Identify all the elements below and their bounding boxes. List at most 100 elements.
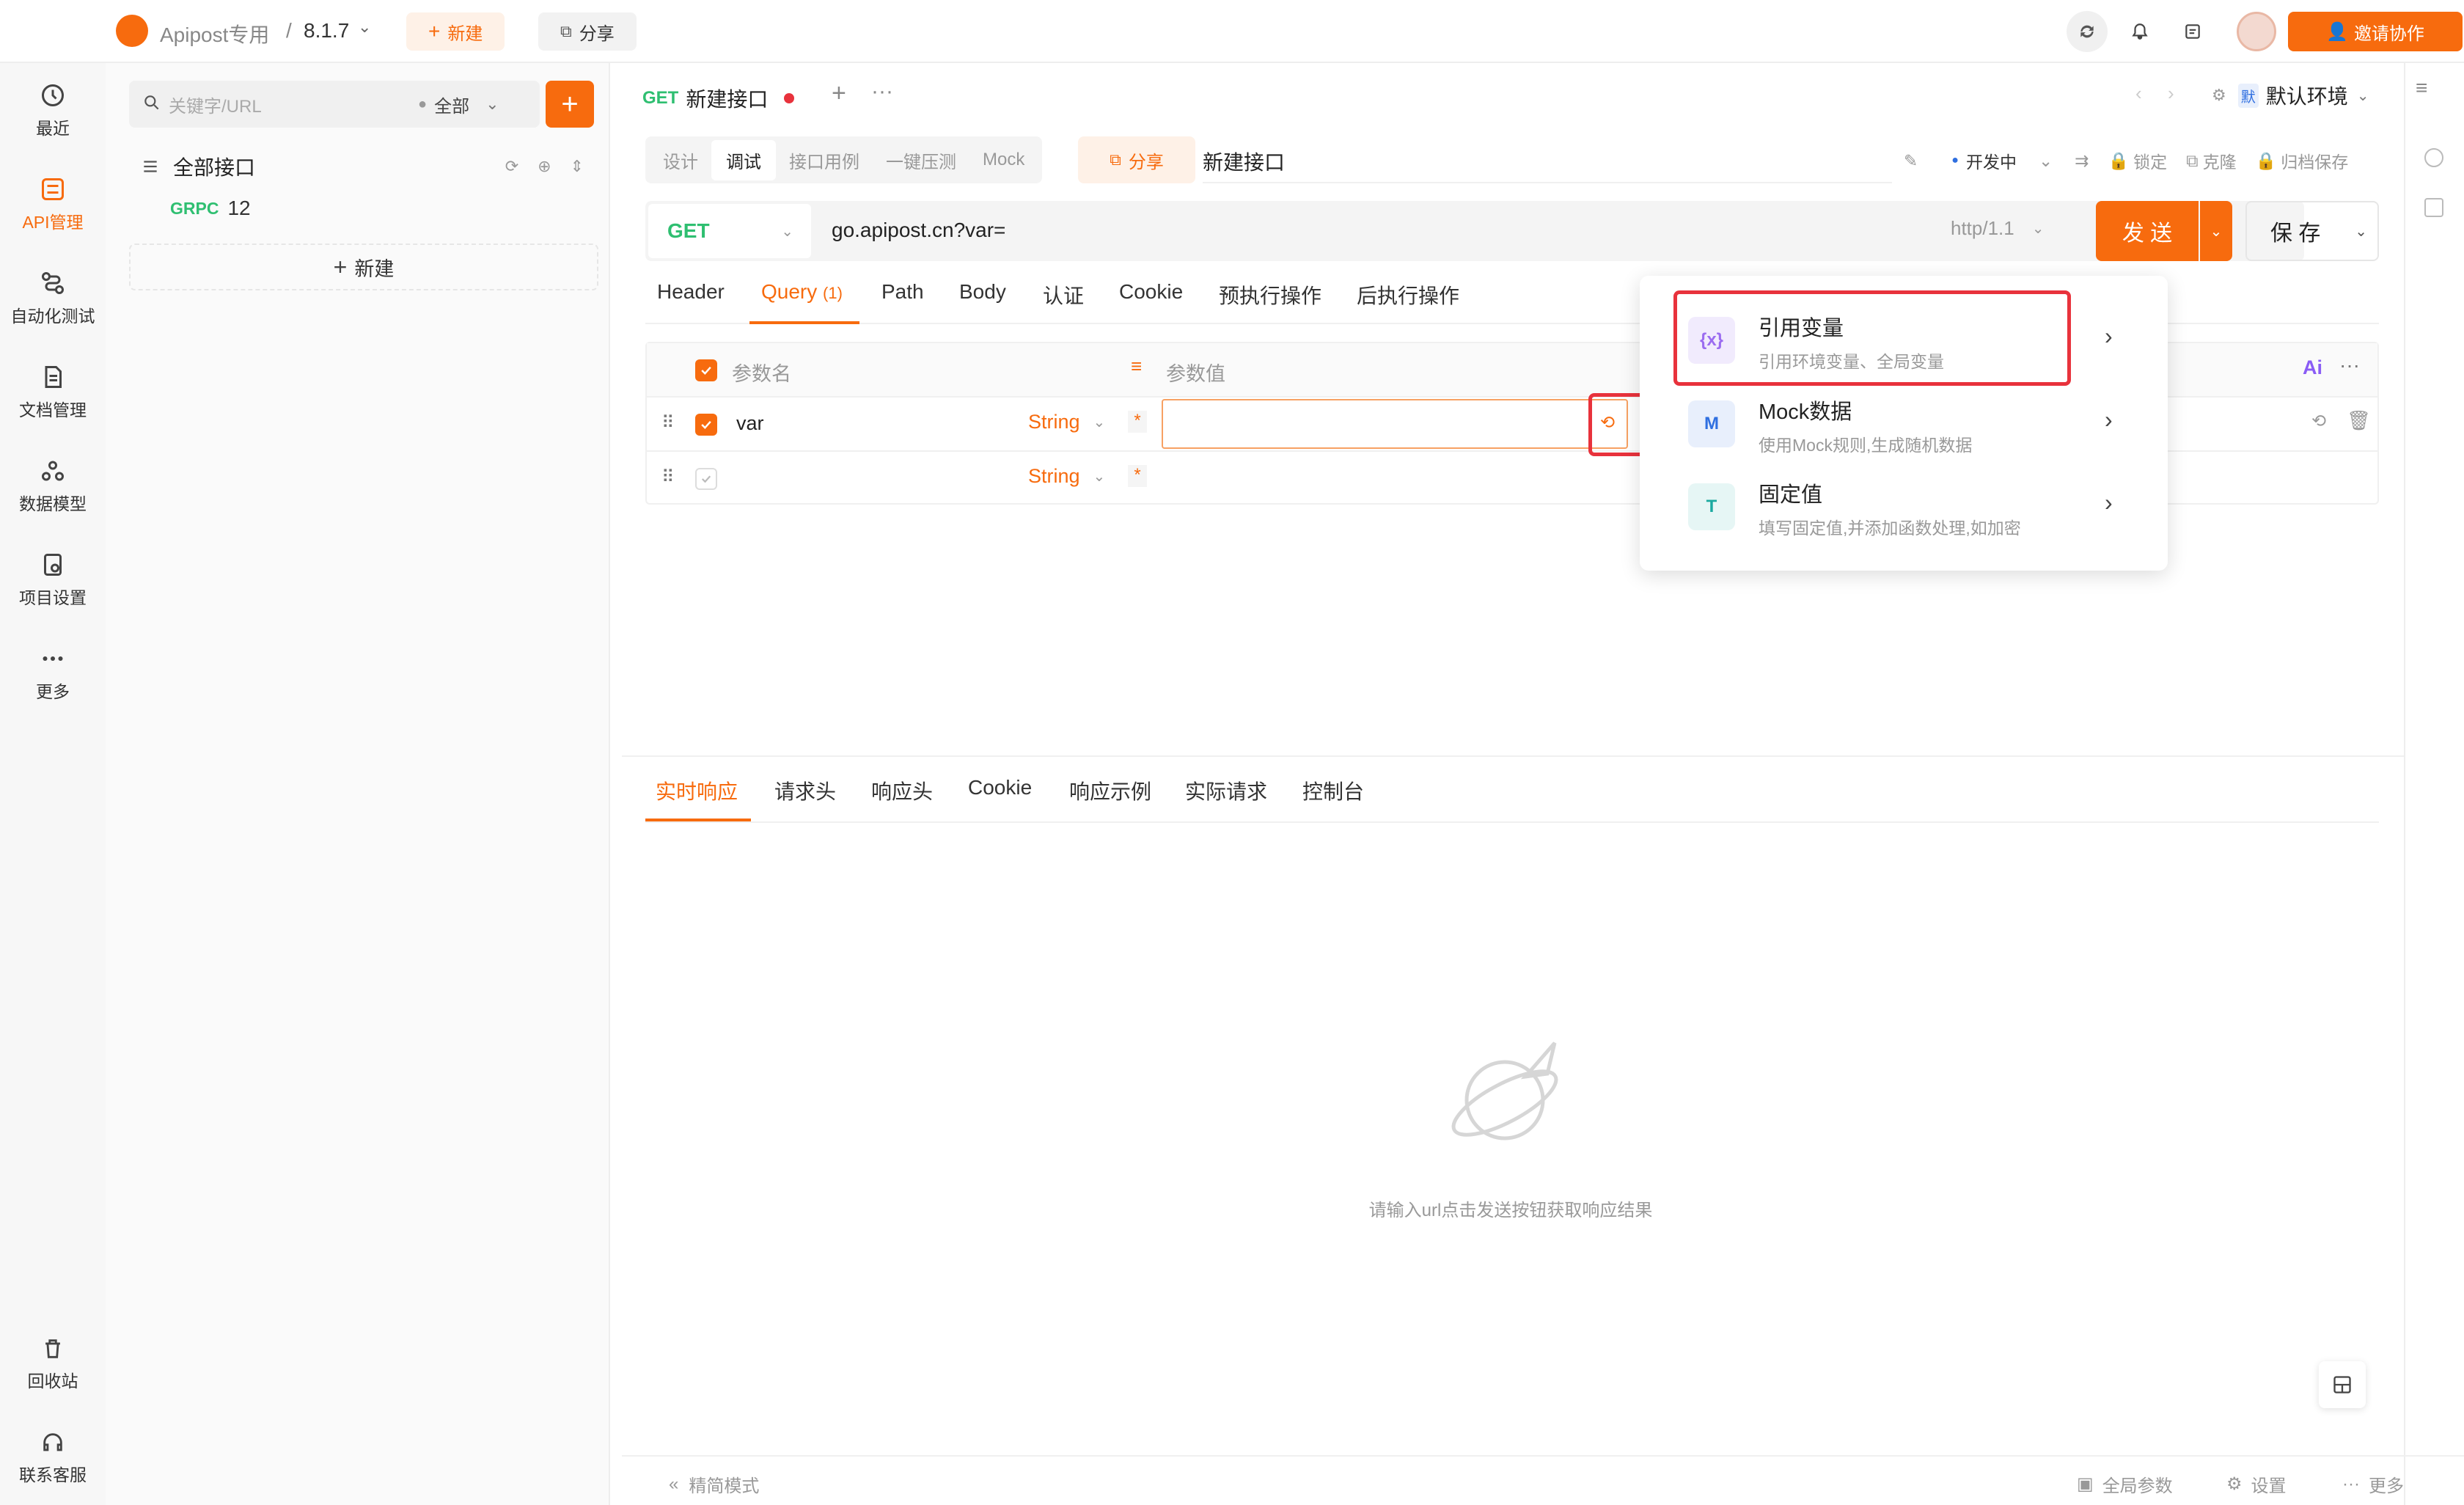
save-button[interactable]: 保 存 ⌄ bbox=[2245, 201, 2379, 261]
required-toggle[interactable]: * bbox=[1128, 465, 1147, 487]
menu-icon[interactable]: ≡ bbox=[2416, 76, 2427, 100]
tab-cookie[interactable]: Cookie bbox=[1119, 280, 1183, 304]
footer-more-button[interactable]: ··· 更多 bbox=[2342, 1471, 2404, 1497]
tab-mock[interactable]: Mock bbox=[969, 150, 1038, 170]
clone-icon[interactable]: ⧉ bbox=[2186, 151, 2198, 171]
nav-item-project-settings[interactable]: 项目设置 bbox=[0, 552, 106, 609]
refresh-icon[interactable]: ⟳ bbox=[505, 157, 518, 176]
send-options-button[interactable]: ⌄ bbox=[2200, 201, 2232, 261]
tab-request-headers[interactable]: 请求头 bbox=[774, 776, 836, 805]
tab-header[interactable]: Header bbox=[657, 280, 725, 304]
tab-body[interactable]: Body bbox=[959, 280, 1006, 304]
sync-icon[interactable] bbox=[2067, 11, 2108, 52]
tab-query[interactable]: Query (1) bbox=[761, 280, 843, 304]
panel-splitter[interactable] bbox=[622, 755, 2404, 757]
nav-item-support[interactable]: 联系客服 bbox=[0, 1430, 106, 1486]
row-checkbox[interactable] bbox=[695, 468, 717, 490]
version-label[interactable]: 8.1.7 bbox=[304, 19, 349, 43]
chevron-down-icon[interactable]: ⌄ bbox=[2039, 151, 2053, 171]
tab-auth[interactable]: 认证 bbox=[1043, 280, 1084, 310]
environment-select[interactable]: ⚙ 默 默认环境 ⌄ bbox=[2212, 75, 2402, 116]
edit-icon[interactable]: ✎ bbox=[1904, 151, 1918, 171]
nav-item-api[interactable]: API管理 bbox=[0, 176, 106, 233]
select-all-checkbox[interactable] bbox=[695, 359, 717, 381]
chevron-down-icon[interactable]: ⌄ bbox=[485, 95, 499, 114]
search-input[interactable]: 关键字/URL bbox=[169, 92, 418, 117]
nav-item-recent[interactable]: 最近 bbox=[0, 82, 106, 139]
archive-label[interactable]: 归档保存 bbox=[2281, 148, 2348, 173]
search-box[interactable]: 关键字/URL ● 全部 ⌄ bbox=[129, 81, 540, 128]
nav-item-trash[interactable]: 回收站 bbox=[0, 1336, 106, 1392]
tab-post-script[interactable]: 后执行操作 bbox=[1357, 280, 1459, 310]
dropdown-item-mock[interactable]: M Mock数据 使用Mock规则,生成随机数据 › bbox=[1679, 387, 2149, 461]
add-button[interactable]: + bbox=[546, 81, 594, 128]
row-checkbox[interactable] bbox=[695, 414, 717, 436]
dropdown-item-fixed-value[interactable]: T 固定值 填写固定值,并添加函数处理,如加密 › bbox=[1679, 470, 2149, 543]
ai-fill-icon[interactable]: ⟲ bbox=[2311, 411, 2326, 432]
chevron-down-icon[interactable]: ⌄ bbox=[358, 18, 371, 37]
bell-icon[interactable] bbox=[2119, 11, 2160, 52]
layout-toggle-button[interactable] bbox=[2319, 1361, 2366, 1408]
tab-actual-request[interactable]: 实际请求 bbox=[1185, 776, 1267, 805]
drag-handle-icon[interactable]: ⠿ bbox=[661, 412, 675, 433]
tab-pre-script[interactable]: 预执行操作 bbox=[1219, 280, 1321, 310]
invite-button[interactable]: 👤 邀请协作 bbox=[2288, 12, 2463, 51]
side-tool-icon[interactable] bbox=[2424, 148, 2443, 167]
method-select[interactable]: GET ⌄ bbox=[648, 204, 811, 258]
lock-icon[interactable]: 🔒 bbox=[2108, 151, 2130, 171]
tab-next-icon[interactable]: › bbox=[2168, 82, 2174, 105]
param-name-input[interactable]: var bbox=[736, 412, 764, 435]
tab-live-response[interactable]: 实时响应 bbox=[656, 776, 738, 805]
clone-label[interactable]: 克隆 bbox=[2203, 148, 2237, 173]
param-value-input[interactable] bbox=[1162, 399, 1628, 449]
drag-handle-icon[interactable]: ⠿ bbox=[661, 466, 675, 488]
filter-select[interactable]: 全部 bbox=[434, 92, 469, 117]
url-input[interactable]: go.apipost.cn?var= bbox=[832, 219, 1005, 242]
notes-icon[interactable] bbox=[2172, 11, 2213, 52]
project-name[interactable]: Apipost专用 bbox=[160, 19, 269, 48]
locate-icon[interactable]: ⊕ bbox=[538, 157, 551, 176]
compact-mode-button[interactable]: « 精简模式 bbox=[669, 1471, 759, 1497]
align-icon[interactable]: ⇉ bbox=[2075, 151, 2089, 171]
tab-prev-icon[interactable]: ‹ bbox=[2135, 82, 2142, 105]
tab-design[interactable]: 设计 bbox=[650, 147, 711, 173]
ai-icon[interactable]: Ai bbox=[2303, 356, 2322, 379]
status-select[interactable]: 开发中 bbox=[1966, 148, 2017, 173]
expand-icon[interactable]: ⇕ bbox=[571, 157, 584, 176]
nav-item-docs[interactable]: 文档管理 bbox=[0, 364, 106, 421]
nav-item-automation[interactable]: 自动化测试 bbox=[0, 270, 106, 327]
tab-response-cookie[interactable]: Cookie bbox=[968, 776, 1032, 799]
tab-new-api[interactable]: GET 新建接口 bbox=[642, 84, 795, 113]
avatar[interactable] bbox=[2237, 12, 2276, 51]
settings-button[interactable]: ⚙ 设置 bbox=[2226, 1471, 2287, 1497]
api-share-button[interactable]: ⧉ 分享 bbox=[1078, 136, 1195, 183]
lock-label[interactable]: 锁定 bbox=[2133, 148, 2167, 173]
share-button[interactable]: ⧉ 分享 bbox=[538, 12, 637, 51]
tab-response-headers[interactable]: 响应头 bbox=[871, 776, 933, 805]
tree-new-button[interactable]: + 新建 bbox=[129, 243, 598, 290]
tab-response-example[interactable]: 响应示例 bbox=[1069, 776, 1151, 805]
archive-icon[interactable]: 🔒 bbox=[2256, 151, 2277, 171]
send-button[interactable]: 发 送 bbox=[2096, 201, 2199, 261]
more-icon[interactable]: ··· bbox=[2339, 354, 2360, 377]
tab-more-icon[interactable]: ··· bbox=[871, 79, 893, 104]
add-tab-icon[interactable]: + bbox=[832, 79, 846, 108]
tab-console[interactable]: 控制台 bbox=[1302, 776, 1364, 805]
type-select[interactable]: String ⌄ bbox=[1028, 411, 1105, 433]
bulk-edit-icon[interactable]: ≡ bbox=[1131, 355, 1142, 378]
api-name-input[interactable]: 新建接口 bbox=[1203, 136, 1892, 183]
nav-item-data-model[interactable]: 数据模型 bbox=[0, 458, 106, 515]
tab-cases[interactable]: 接口用例 bbox=[776, 147, 873, 173]
tab-path[interactable]: Path bbox=[881, 280, 924, 304]
grpc-row[interactable]: GRPC 12 bbox=[170, 197, 251, 220]
type-select[interactable]: String ⌄ bbox=[1028, 465, 1105, 488]
required-toggle[interactable]: * bbox=[1128, 411, 1147, 433]
tab-debug[interactable]: 调试 bbox=[711, 139, 776, 180]
nav-item-more[interactable]: 更多 bbox=[0, 645, 106, 703]
side-code-icon[interactable] bbox=[2424, 198, 2443, 217]
tab-stress[interactable]: 一键压测 bbox=[873, 147, 969, 173]
new-button[interactable]: + 新建 bbox=[406, 12, 505, 51]
all-apis-row[interactable]: 全部接口 ⟳ ⊕ ⇕ bbox=[141, 148, 595, 185]
delete-icon[interactable]: 🗑 bbox=[2347, 409, 2371, 432]
global-params-button[interactable]: ▣ 全局参数 bbox=[2077, 1471, 2173, 1497]
